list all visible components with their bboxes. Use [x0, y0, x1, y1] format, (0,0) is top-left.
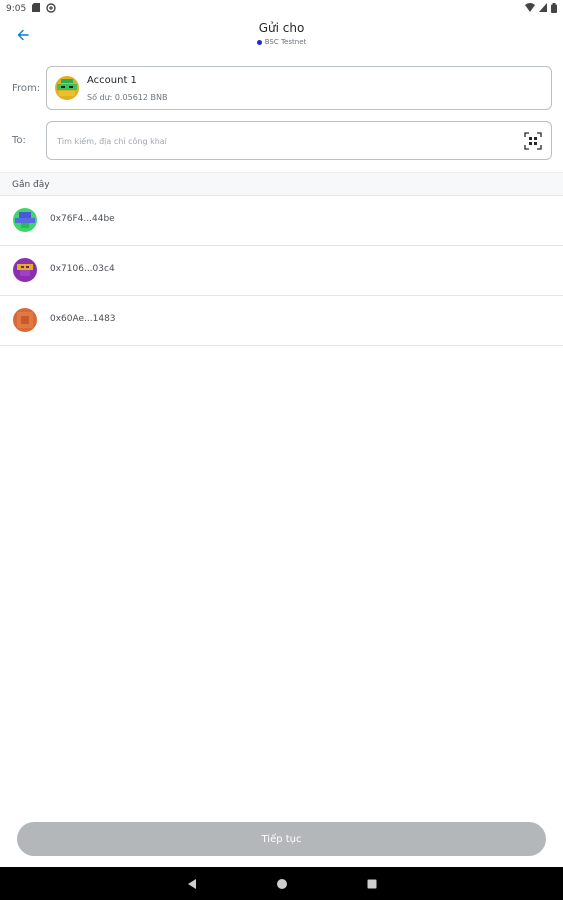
status-bar: 9:05	[0, 0, 563, 18]
account-balance: Số dư: 0.05612 BNB	[87, 93, 168, 102]
recent-address: 0x60Ae...1483	[50, 314, 116, 324]
header: Gửi cho BSC Testnet	[0, 18, 563, 54]
scan-qr-button[interactable]	[524, 132, 542, 150]
wifi-icon	[525, 3, 535, 15]
recent-item[interactable]: 0x7106...03c4	[0, 246, 563, 296]
recent-avatar	[13, 258, 37, 282]
nav-home-button[interactable]	[274, 876, 290, 892]
account-avatar	[55, 76, 79, 100]
network-indicator: BSC Testnet	[0, 38, 563, 46]
continue-button[interactable]: Tiếp tục	[17, 822, 546, 856]
page-title: Gửi cho	[258, 21, 305, 35]
recent-section-header: Gần đây	[0, 172, 563, 196]
signal-icon	[539, 3, 547, 15]
from-account-selector[interactable]: Account 1 Số dư: 0.05612 BNB	[46, 66, 552, 110]
home-icon	[276, 878, 287, 889]
sd-card-icon	[32, 3, 41, 15]
data-saver-icon	[46, 2, 56, 16]
nav-recents-button[interactable]	[364, 876, 380, 892]
recent-item[interactable]: 0x60Ae...1483	[0, 296, 563, 346]
qr-scan-icon	[524, 132, 542, 150]
nav-back-button[interactable]	[184, 876, 200, 892]
network-dot-icon	[256, 39, 262, 45]
back-icon	[187, 878, 196, 889]
status-time: 9:05	[6, 4, 27, 14]
recent-avatar	[13, 208, 37, 232]
account-name: Account 1	[87, 75, 137, 86]
recent-address: 0x7106...03c4	[50, 264, 115, 274]
recipient-search-input[interactable]	[57, 132, 517, 150]
recent-item[interactable]: 0x76F4...44be	[0, 196, 563, 246]
recents-icon	[367, 879, 376, 888]
battery-icon	[551, 2, 557, 16]
system-nav-bar	[0, 867, 563, 900]
from-label: From:	[12, 83, 41, 94]
recent-address: 0x76F4...44be	[50, 214, 115, 224]
recent-avatar	[13, 308, 37, 332]
to-address-field[interactable]	[46, 121, 552, 160]
network-name: BSC Testnet	[264, 38, 307, 46]
to-label: To:	[12, 135, 26, 146]
